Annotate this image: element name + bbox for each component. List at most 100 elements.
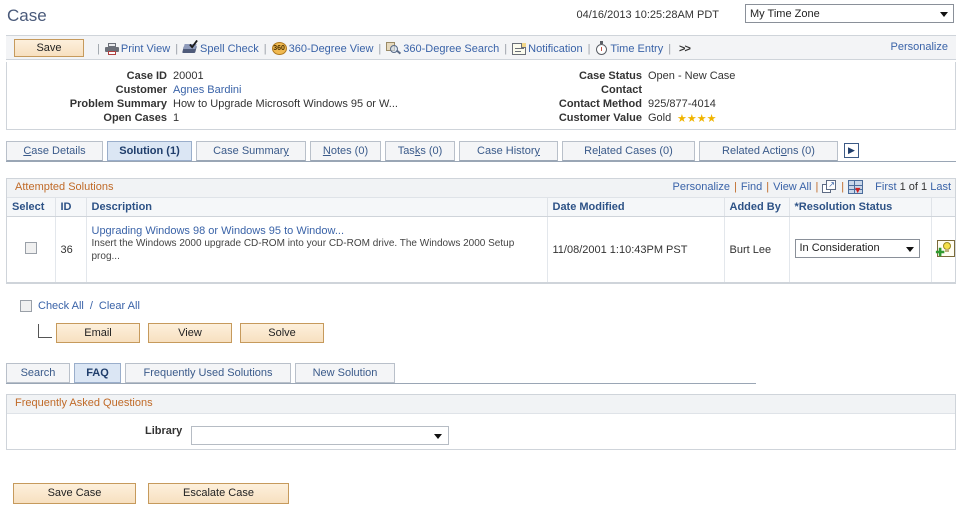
expand-grid-icon[interactable]: ↗ — [822, 180, 837, 194]
timezone-select[interactable]: My Time Zone — [745, 4, 954, 23]
solution-action-buttons: Email View Solve — [38, 323, 332, 343]
check-all-slash: / — [89, 300, 93, 312]
problem-summary-value: How to Upgrade Microsoft Windows 95 or W… — [173, 98, 398, 110]
notification-label: Notification — [528, 42, 583, 55]
open-cases-label: Open Cases — [103, 112, 167, 124]
tab-related-cases[interactable]: Related Cases (0) — [562, 141, 695, 161]
degree-view-label: 360-Degree View — [288, 42, 374, 55]
check-all-checkbox[interactable] — [20, 300, 32, 312]
printer-icon — [104, 42, 119, 55]
tab-case-details[interactable]: Case Details — [6, 141, 103, 161]
table-row: 36 Upgrading Windows 98 or Windows 95 to… — [7, 216, 955, 283]
download-spreadsheet-icon[interactable]: ▼ — [848, 180, 864, 195]
grid-view-all-link[interactable]: View All — [773, 181, 811, 193]
faq-title-bar: Frequently Asked Questions — [7, 395, 955, 414]
case-status-label: Case Status — [579, 70, 642, 82]
customer-label: Customer — [115, 84, 167, 96]
customer-value-link[interactable]: Agnes Bardini — [173, 84, 242, 96]
case-status-value: Open - New Case — [648, 70, 736, 82]
print-view-link[interactable]: Print View — [104, 42, 170, 55]
table-header-row: Select ID Description Date Modified Adde… — [7, 198, 955, 217]
tab-search[interactable]: Search — [6, 363, 70, 383]
tabs-next-arrow-icon[interactable]: ▶ — [844, 143, 859, 158]
tab-new-solution[interactable]: New Solution — [295, 363, 395, 383]
contact-label: Contact — [601, 84, 642, 96]
grid-find-link[interactable]: Find — [741, 181, 762, 193]
clear-all-link[interactable]: Clear All — [99, 300, 140, 312]
toolbar-separator: | — [668, 42, 672, 55]
add-solution-bulb-icon[interactable]: ✚ — [936, 239, 955, 258]
case-id-label: Case ID — [126, 70, 167, 82]
tab-tasks[interactable]: Tasks (0) — [385, 141, 455, 161]
paging-last-link[interactable]: Last — [930, 181, 951, 193]
case-id-value: 20001 — [173, 70, 204, 82]
spellcheck-book-icon — [182, 40, 198, 55]
timezone-select-value: My Time Zone — [750, 8, 820, 20]
col-id: ID — [55, 198, 87, 217]
tab-case-summary[interactable]: Case Summary — [196, 141, 306, 161]
library-select[interactable] — [191, 426, 449, 445]
customer-value-text: Gold — [648, 112, 672, 124]
tab-case-history[interactable]: Case History — [459, 141, 558, 161]
tabs-underline — [6, 161, 956, 162]
toolbar-separator: | — [504, 42, 508, 55]
toolbar-links: | Print View | Spell Check | 360 360-Deg… — [92, 36, 691, 61]
case-summary-panel: Case ID 20001 Customer Agnes Bardini Pro… — [6, 62, 956, 130]
tree-elbow-connector-icon — [38, 324, 52, 338]
personalize-page-link[interactable]: Personalize — [891, 41, 948, 53]
escalate-case-button[interactable]: Escalate Case — [148, 483, 289, 504]
email-button[interactable]: Email — [56, 323, 140, 343]
row-description-cell: Upgrading Windows 98 or Windows 95 to Wi… — [86, 216, 548, 283]
paging-range: 1 of 1 — [899, 181, 928, 193]
tab-frequently-used-solutions[interactable]: Frequently Used Solutions — [125, 363, 291, 383]
paging-first-link[interactable]: First — [875, 181, 896, 193]
chevron-down-icon — [940, 12, 948, 17]
check-all-row: Check All / Clear All — [20, 300, 140, 312]
solve-button[interactable]: Solve — [240, 323, 324, 343]
spell-check-label: Spell Check — [200, 42, 259, 55]
solutions-table: Select ID Description Date Modified Adde… — [7, 198, 955, 283]
row-select-checkbox[interactable] — [24, 242, 37, 254]
notification-link[interactable]: Notification — [512, 42, 583, 55]
contact-method-value: 925/877-4014 — [648, 98, 716, 110]
tab-notes[interactable]: Notes (0) — [310, 141, 381, 161]
notification-envelope-icon — [512, 42, 527, 55]
grid-nav-separator: | — [766, 181, 770, 193]
degree-search-link[interactable]: 360-Degree Search — [386, 42, 499, 55]
contact-method-label: Contact Method — [558, 98, 642, 110]
tab-solution[interactable]: Solution (1) — [107, 141, 192, 161]
row-resolution-status-cell: In Consideration — [789, 216, 932, 283]
row-select-cell — [7, 216, 56, 283]
tab-related-actions[interactable]: Related Actions (0) — [699, 141, 838, 161]
grid-paging: First 1 of 1 Last — [875, 181, 951, 193]
save-button[interactable]: Save — [14, 39, 84, 57]
time-entry-label: Time Entry — [610, 42, 664, 55]
resolution-status-select[interactable]: In Consideration — [794, 238, 920, 258]
degree-search-label: 360-Degree Search — [403, 42, 500, 55]
grid-nav-bar: Personalize | Find | View All | ↗ | ▼ Fi… — [673, 180, 951, 195]
degree-view-link[interactable]: 360 360-Degree View — [271, 42, 374, 55]
col-date-modified: Date Modified — [547, 198, 725, 217]
solution-description-link[interactable]: Upgrading Windows 98 or Windows 95 to Wi… — [92, 225, 542, 237]
grid-nav-separator: | — [815, 181, 819, 193]
time-entry-link[interactable]: Time Entry — [595, 41, 664, 55]
solution-description-text: Insert the Windows 2000 upgrade CD-ROM i… — [91, 238, 515, 262]
row-added-by-cell: Burt Lee — [724, 216, 790, 283]
faq-title-label: Frequently Asked Questions — [15, 397, 153, 409]
page-title: Case — [7, 6, 47, 25]
col-select: Select — [7, 198, 56, 217]
check-all-link[interactable]: Check All — [38, 300, 84, 312]
grid-personalize-link[interactable]: Personalize — [673, 181, 730, 193]
toolbar-separator: | — [97, 42, 100, 55]
save-case-button[interactable]: Save Case — [13, 483, 136, 504]
toolbar-more-button[interactable]: >> — [679, 43, 691, 55]
chevron-down-icon — [905, 246, 914, 252]
view-button[interactable]: View — [148, 323, 232, 343]
toolbar-separator: | — [263, 42, 267, 55]
tab-faq[interactable]: FAQ — [74, 363, 121, 383]
spell-check-link[interactable]: Spell Check — [182, 40, 259, 55]
toolbar-separator: | — [378, 42, 382, 55]
chevron-down-icon — [434, 434, 442, 439]
lower-tabs-underline — [6, 383, 756, 384]
stopwatch-icon — [595, 41, 608, 55]
